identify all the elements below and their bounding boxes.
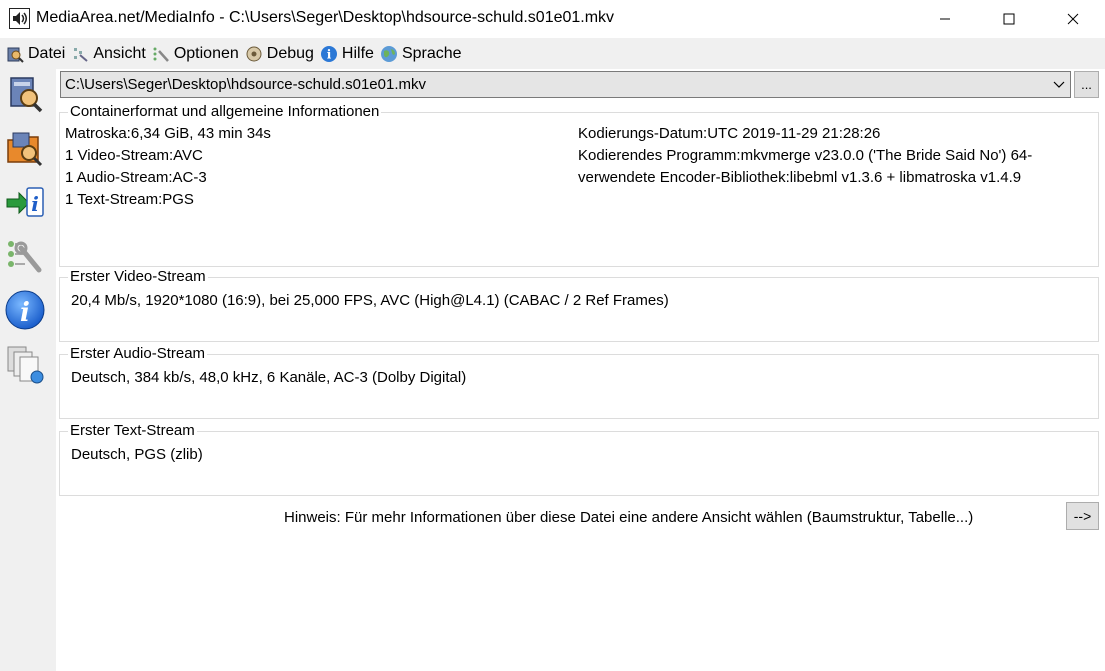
menu-hilfe[interactable]: i Hilfe	[318, 38, 378, 69]
window-title: MediaArea.net/MediaInfo - C:\Users\Seger…	[36, 9, 615, 26]
minimize-button[interactable]	[913, 0, 977, 38]
knowledge-icon	[7, 346, 44, 384]
svg-text:i: i	[20, 298, 30, 328]
export-icon: i	[6, 187, 44, 217]
menu-datei-label: Datei	[28, 44, 66, 62]
menu-hilfe-label: Hilfe	[341, 44, 374, 62]
preferences-button[interactable]	[2, 233, 48, 279]
svg-text:i: i	[327, 47, 332, 61]
encoder-library-line: verwendete Encoder-Bibliothek:libebml v1…	[578, 169, 1022, 186]
left-toolbar: i i	[0, 69, 56, 671]
browse-button[interactable]: ...	[1074, 71, 1099, 98]
video-stream-group: Erster Video-Stream 20,4 Mb/s, 1920*1080…	[59, 268, 1099, 342]
view-icon	[71, 45, 89, 63]
info-icon: i	[5, 290, 45, 330]
text-stream-desc: Deutsch, PGS (zlib)	[71, 446, 203, 463]
chevron-down-icon	[1053, 81, 1065, 88]
open-folder-button[interactable]	[2, 125, 48, 171]
close-icon	[1067, 13, 1079, 25]
globe-icon	[380, 45, 398, 63]
menu-sprache-label: Sprache	[401, 44, 462, 62]
close-button[interactable]	[1041, 0, 1105, 38]
open-file-button[interactable]	[2, 71, 48, 117]
menu-optionen-label: Optionen	[173, 44, 239, 62]
general-audio-line: 1 Audio-Stream:AC-3	[65, 169, 207, 186]
encoding-date-line: Kodierungs-Datum:UTC 2019-11-29 21:28:26	[578, 125, 881, 142]
preferences-icon	[8, 241, 42, 273]
open-file-icon	[10, 77, 43, 113]
hint-text: Hinweis: Für mehr Informationen über die…	[284, 509, 974, 526]
menu-ansicht-label: Ansicht	[93, 44, 146, 62]
menu-ansicht[interactable]: Ansicht	[69, 38, 149, 69]
minimize-icon	[940, 18, 950, 20]
knowledge-base-button[interactable]	[2, 341, 48, 387]
audio-stream-title: Erster Audio-Stream	[68, 345, 208, 362]
maximize-button[interactable]	[977, 0, 1041, 38]
options-icon	[152, 45, 170, 63]
audio-stream-desc: Deutsch, 384 kb/s, 48,0 kHz, 6 Kanäle, A…	[71, 369, 467, 386]
about-button[interactable]: i	[2, 287, 48, 333]
video-stream-title: Erster Video-Stream	[68, 268, 208, 285]
menu-datei[interactable]: Datei	[4, 38, 69, 69]
general-info-title: Containerformat und allgemeine Informati…	[68, 103, 382, 120]
general-text-line: 1 Text-Stream:PGS	[65, 191, 194, 208]
file-path-dropdown[interactable]: C:\Users\Seger\Desktop\hdsource-schuld.s…	[60, 71, 1071, 98]
text-stream-title: Erster Text-Stream	[68, 422, 197, 439]
audio-stream-group: Erster Audio-Stream Deutsch, 384 kb/s, 4…	[59, 345, 1099, 419]
menu-bar: Datei Ansicht Optionen Debug i Hilfe Spr…	[0, 38, 1105, 69]
encoding-app-line: Kodierendes Programm:mkvmerge v23.0.0 ('…	[578, 147, 1033, 164]
open-folder-icon	[7, 132, 43, 167]
text-stream-group: Erster Text-Stream Deutsch, PGS (zlib)	[59, 422, 1099, 496]
svg-text:i: i	[31, 192, 39, 216]
speaker-icon[interactable]	[9, 8, 30, 29]
next-view-button[interactable]: -->	[1066, 502, 1099, 530]
debug-icon	[245, 45, 263, 63]
title-bar: MediaArea.net/MediaInfo - C:\Users\Seger…	[0, 0, 1105, 38]
menu-optionen[interactable]: Optionen	[150, 38, 243, 69]
menu-debug-label: Debug	[266, 44, 314, 62]
menu-debug[interactable]: Debug	[243, 38, 318, 69]
maximize-icon	[1003, 13, 1015, 25]
general-info-group: Containerformat und allgemeine Informati…	[59, 103, 1099, 267]
export-button[interactable]: i	[2, 179, 48, 225]
help-icon: i	[320, 45, 338, 63]
general-container-line: Matroska:6,34 GiB, 43 min 34s	[65, 125, 271, 142]
general-video-line: 1 Video-Stream:AVC	[65, 147, 203, 164]
file-open-icon	[6, 45, 24, 63]
menu-sprache[interactable]: Sprache	[378, 38, 466, 69]
file-path-value: C:\Users\Seger\Desktop\hdsource-schuld.s…	[65, 76, 426, 93]
video-stream-desc: 20,4 Mb/s, 1920*1080 (16:9), bei 25,000 …	[71, 292, 669, 309]
